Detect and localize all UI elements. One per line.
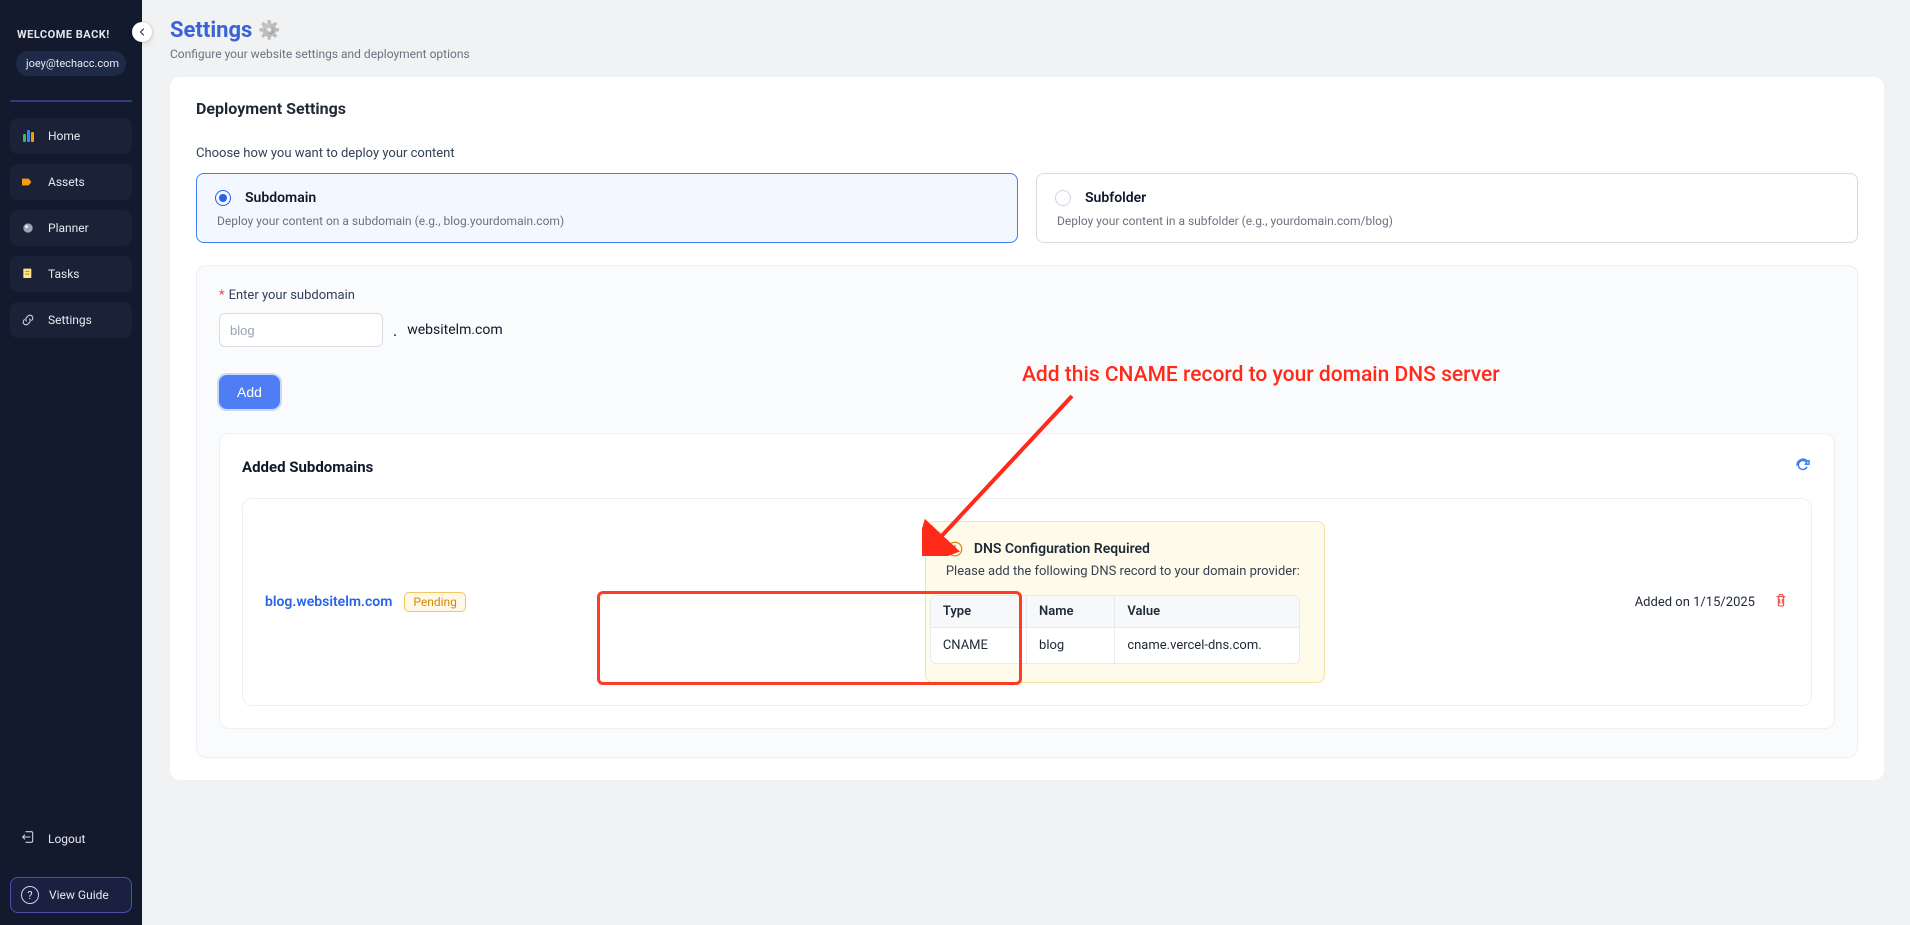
sidebar-divider [10,100,132,102]
home-icon [20,128,36,144]
sidebar-item-home[interactable]: Home [10,118,132,154]
option-subfolder[interactable]: Subfolder Deploy your content in a subfo… [1036,173,1858,243]
subdomain-input[interactable] [219,313,383,347]
sidebar-item-label: Planner [48,221,89,235]
delete-subdomain-button[interactable] [1773,592,1789,612]
tag-icon [20,174,36,190]
radio-subfolder[interactable] [1055,190,1071,206]
dns-td-value: cname.vercel-dns.com. [1115,628,1299,664]
logout-icon [20,829,36,849]
subdomain-row-item: blog.websitelm.com Pending DNS Configura… [242,498,1812,706]
sidebar-item-label: Home [48,129,80,143]
refresh-icon [1794,456,1812,474]
page-title: Settings ⚙️ [170,18,1884,43]
sidebar-collapse-button[interactable] [132,22,152,42]
gear-icon: ⚙️ [258,20,280,41]
dns-th-name: Name [1027,596,1115,628]
page-title-text: Settings [170,18,252,43]
dns-td-type: CNAME [931,628,1027,664]
radio-subdomain[interactable] [215,190,231,206]
base-domain: websitelm.com [407,322,502,338]
view-guide-button[interactable]: ? View Guide [10,877,132,913]
trash-icon [1773,592,1789,608]
added-subdomains-box: Added Subdomains blog.websitelm.com Pend… [219,433,1835,729]
add-button[interactable]: Add [219,375,280,409]
dot-separator: . [393,321,397,340]
chevron-left-icon [136,26,148,38]
logout-button[interactable]: Logout [10,819,132,859]
globe-icon [20,220,36,236]
required-mark: * [219,288,225,303]
sidebar: WELCOME BACK! joey@techacc.com Home Asse… [0,0,142,925]
view-guide-label: View Guide [49,888,109,902]
option-subdomain[interactable]: Subdomain Deploy your content on a subdo… [196,173,1018,243]
subdomain-label: * Enter your subdomain [219,288,1835,303]
sidebar-item-tasks[interactable]: Tasks [10,256,132,292]
welcome-label: WELCOME BACK! [17,28,126,41]
dns-th-type: Type [931,596,1027,628]
deployment-card: Deployment Settings Choose how you want … [170,77,1884,780]
note-icon [20,266,36,282]
refresh-button[interactable] [1794,456,1812,478]
dns-alert: DNS Configuration Required Please add th… [925,521,1325,683]
dns-td-name: blog [1027,628,1115,664]
status-badge: Pending [404,592,466,612]
dns-title: DNS Configuration Required [974,541,1150,557]
sidebar-bottom: Logout ? View Guide [10,819,132,913]
subdomain-name: blog.websitelm.com [265,594,392,610]
link-icon [20,312,36,328]
page-subtitle: Configure your website settings and depl… [170,47,1884,61]
sidebar-nav: Home Assets Planner Tasks Settings [10,118,132,338]
subdomain-label-text: Enter your subdomain [229,288,355,303]
added-on-label: Added on 1/15/2025 [1635,595,1755,610]
deployment-heading: Deployment Settings [196,99,1858,118]
option-subfolder-desc: Deploy your content in a subfolder (e.g.… [1057,214,1839,228]
option-subdomain-desc: Deploy your content on a subdomain (e.g.… [217,214,999,228]
dns-table: Type Name Value CNAME blog [930,595,1300,664]
sidebar-item-label: Assets [48,175,85,189]
option-subfolder-title: Subfolder [1085,190,1146,206]
sidebar-item-label: Settings [48,313,92,327]
option-subdomain-title: Subdomain [245,190,316,206]
warning-icon [946,540,964,558]
help-icon: ? [21,886,39,904]
logout-label: Logout [48,832,85,846]
added-heading: Added Subdomains [242,458,373,476]
annotation-text: Add this CNAME record to your domain DNS… [1022,363,1500,387]
user-email-badge: joey@techacc.com [16,51,126,76]
sidebar-item-planner[interactable]: Planner [10,210,132,246]
main-content: Settings ⚙️ Configure your website setti… [142,0,1910,925]
dns-th-value: Value [1115,596,1299,628]
deployment-desc: Choose how you want to deploy your conte… [196,146,1858,161]
dns-record-row: CNAME blog cname.vercel-dns.com. [931,628,1299,664]
sidebar-item-settings[interactable]: Settings [10,302,132,338]
sidebar-item-label: Tasks [48,267,80,281]
subdomain-form: * Enter your subdomain . websitelm.com Ad… [196,265,1858,758]
sidebar-item-assets[interactable]: Assets [10,164,132,200]
dns-desc: Please add the following DNS record to y… [946,564,1304,579]
deployment-options: Subdomain Deploy your content on a subdo… [196,173,1858,243]
